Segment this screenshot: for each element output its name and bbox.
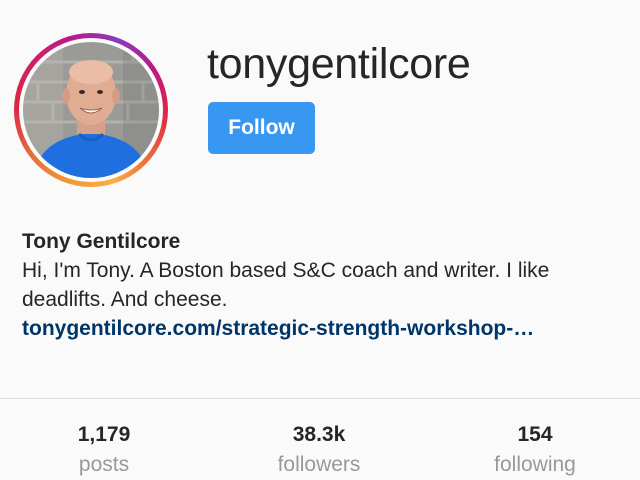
following-count: 154 bbox=[517, 423, 553, 446]
avatar-photo-image bbox=[23, 42, 159, 178]
follow-button[interactable]: Follow bbox=[208, 102, 315, 154]
stat-followers[interactable]: 38.3k followers bbox=[239, 420, 399, 480]
stats-divider bbox=[0, 398, 640, 399]
stat-following[interactable]: 154 following bbox=[455, 420, 615, 480]
followers-count: 38.3k bbox=[292, 423, 346, 446]
posts-label: posts bbox=[78, 453, 130, 476]
avatar[interactable] bbox=[23, 42, 159, 178]
profile-bio-section: Tony Gentilcore Hi, I'm Tony. A Boston b… bbox=[22, 227, 632, 343]
avatar-story-ring[interactable] bbox=[14, 33, 168, 187]
followers-label: followers bbox=[277, 453, 361, 476]
profile-stats: 1,179 posts 38.3k followers 154 followin… bbox=[0, 420, 640, 480]
following-label: following bbox=[494, 453, 576, 476]
full-name: Tony Gentilcore bbox=[22, 230, 181, 253]
stat-posts: 1,179 posts bbox=[24, 420, 184, 480]
posts-count: 1,179 bbox=[77, 423, 131, 446]
username: tonygentilcore bbox=[207, 40, 471, 88]
bio-link[interactable]: tonygentilcore.com/strategic-strength-wo… bbox=[22, 314, 632, 343]
bio-text: Hi, I'm Tony. A Boston based S&C coach a… bbox=[22, 259, 550, 311]
